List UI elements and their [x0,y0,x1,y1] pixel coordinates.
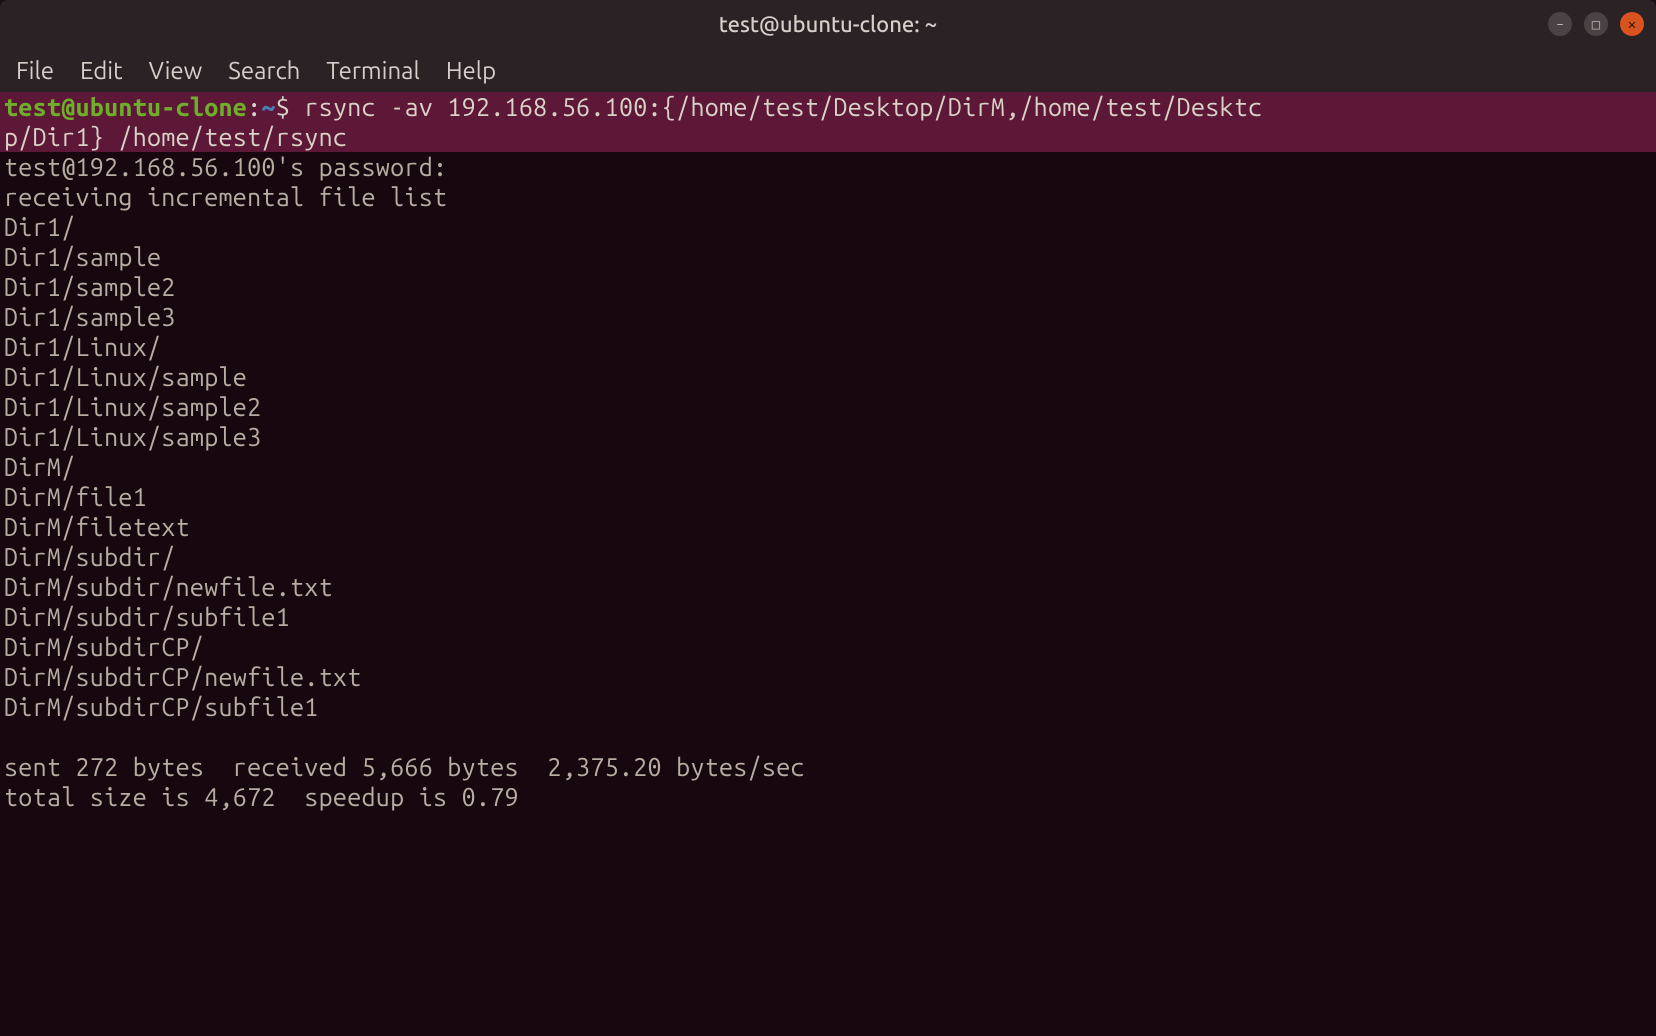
output-receiving: receiving incremental file list [0,182,1656,212]
menu-file[interactable]: File [16,57,54,84]
output-line: DirM/filetext [0,512,1656,542]
titlebar: test@ubuntu-clone: ~ – □ ✕ [0,0,1656,48]
menu-help[interactable]: Help [446,57,496,84]
output-line: Dir1/Linux/sample3 [0,422,1656,452]
output-line: DirM/subdir/ [0,542,1656,572]
prompt-line-2: p/Dir1} /home/test/rsync [0,122,1656,152]
output-line: DirM/subdir/subfile1 [0,602,1656,632]
menu-search[interactable]: Search [228,57,300,84]
menu-view[interactable]: View [149,57,203,84]
prompt-sep2: $ [276,93,305,121]
maximize-button[interactable]: □ [1584,12,1608,36]
terminal-output[interactable]: test@ubuntu-clone:~$ rsync -av 192.168.5… [0,92,1656,1036]
blank-line [0,722,1656,752]
output-line: Dir1/ [0,212,1656,242]
output-line: Dir1/sample3 [0,302,1656,332]
window-controls: – □ ✕ [1548,12,1644,36]
output-line: Dir1/sample [0,242,1656,272]
prompt-line-1: test@ubuntu-clone:~$ rsync -av 192.168.5… [0,92,1656,122]
menu-edit[interactable]: Edit [80,57,123,84]
output-line: DirM/ [0,452,1656,482]
command-text-2: p/Dir1} /home/test/rsync [4,123,347,151]
output-line: Dir1/sample2 [0,272,1656,302]
close-icon: ✕ [1628,16,1636,33]
output-line: DirM/subdir/newfile.txt [0,572,1656,602]
menu-terminal[interactable]: Terminal [326,57,419,84]
close-button[interactable]: ✕ [1620,12,1644,36]
prompt-path: ~ [261,93,275,121]
output-line: Dir1/Linux/ [0,332,1656,362]
prompt-sep1: : [247,93,261,121]
output-password-prompt: test@192.168.56.100's password: [0,152,1656,182]
output-sent-bytes: sent 272 bytes received 5,666 bytes 2,37… [0,752,1656,782]
terminal-window: test@ubuntu-clone: ~ – □ ✕ File Edit Vie… [0,0,1656,1036]
output-line: DirM/file1 [0,482,1656,512]
minimize-button[interactable]: – [1548,12,1572,36]
output-line: Dir1/Linux/sample2 [0,392,1656,422]
command-text-1: rsync -av 192.168.56.100:{/home/test/Des… [304,93,1262,121]
maximize-icon: □ [1592,16,1600,33]
output-total-size: total size is 4,672 speedup is 0.79 [0,782,1656,812]
menubar: File Edit View Search Terminal Help [0,48,1656,92]
output-line: DirM/subdirCP/ [0,632,1656,662]
output-line: DirM/subdirCP/subfile1 [0,692,1656,722]
prompt-user-host: test@ubuntu-clone [4,93,247,121]
minimize-icon: – [1556,16,1564,32]
output-line: DirM/subdirCP/newfile.txt [0,662,1656,692]
output-line: Dir1/Linux/sample [0,362,1656,392]
window-title: test@ubuntu-clone: ~ [719,12,937,37]
